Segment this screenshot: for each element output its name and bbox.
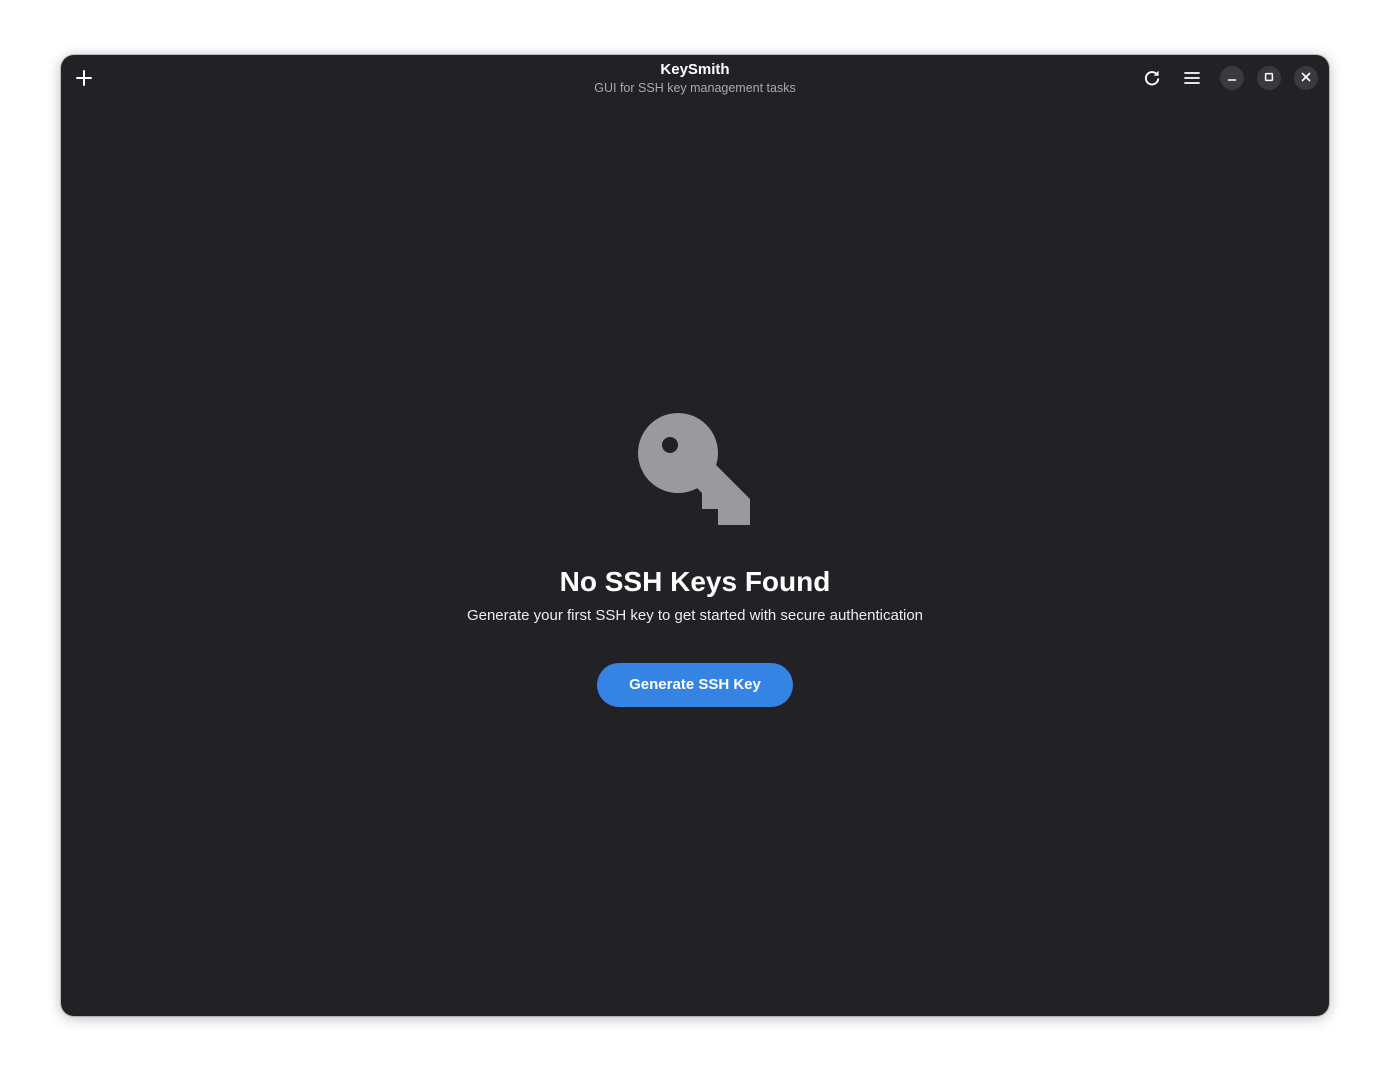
- minimize-button[interactable]: [1220, 66, 1244, 90]
- minimize-icon: [1227, 69, 1237, 87]
- refresh-button[interactable]: [1137, 63, 1167, 93]
- key-icon: [61, 411, 1329, 525]
- close-icon: [1301, 69, 1311, 87]
- empty-state: No SSH Keys Found Generate your first SS…: [61, 411, 1329, 707]
- close-button[interactable]: [1294, 66, 1318, 90]
- empty-state-title: No SSH Keys Found: [559, 566, 831, 597]
- plus-icon: [75, 69, 93, 87]
- add-key-button[interactable]: [69, 63, 99, 93]
- maximize-button[interactable]: [1257, 66, 1281, 90]
- header-bar: KeySmith GUI for SSH key management task…: [61, 55, 1329, 101]
- app-window: KeySmith GUI for SSH key management task…: [61, 55, 1329, 1016]
- main-menu-button[interactable]: [1177, 63, 1207, 93]
- refresh-icon: [1143, 69, 1161, 87]
- generate-ssh-key-button[interactable]: Generate SSH Key: [597, 663, 793, 707]
- maximize-icon: [1264, 69, 1274, 87]
- empty-state-description: Generate your first SSH key to get start…: [466, 607, 924, 624]
- hamburger-menu-icon: [1183, 69, 1201, 87]
